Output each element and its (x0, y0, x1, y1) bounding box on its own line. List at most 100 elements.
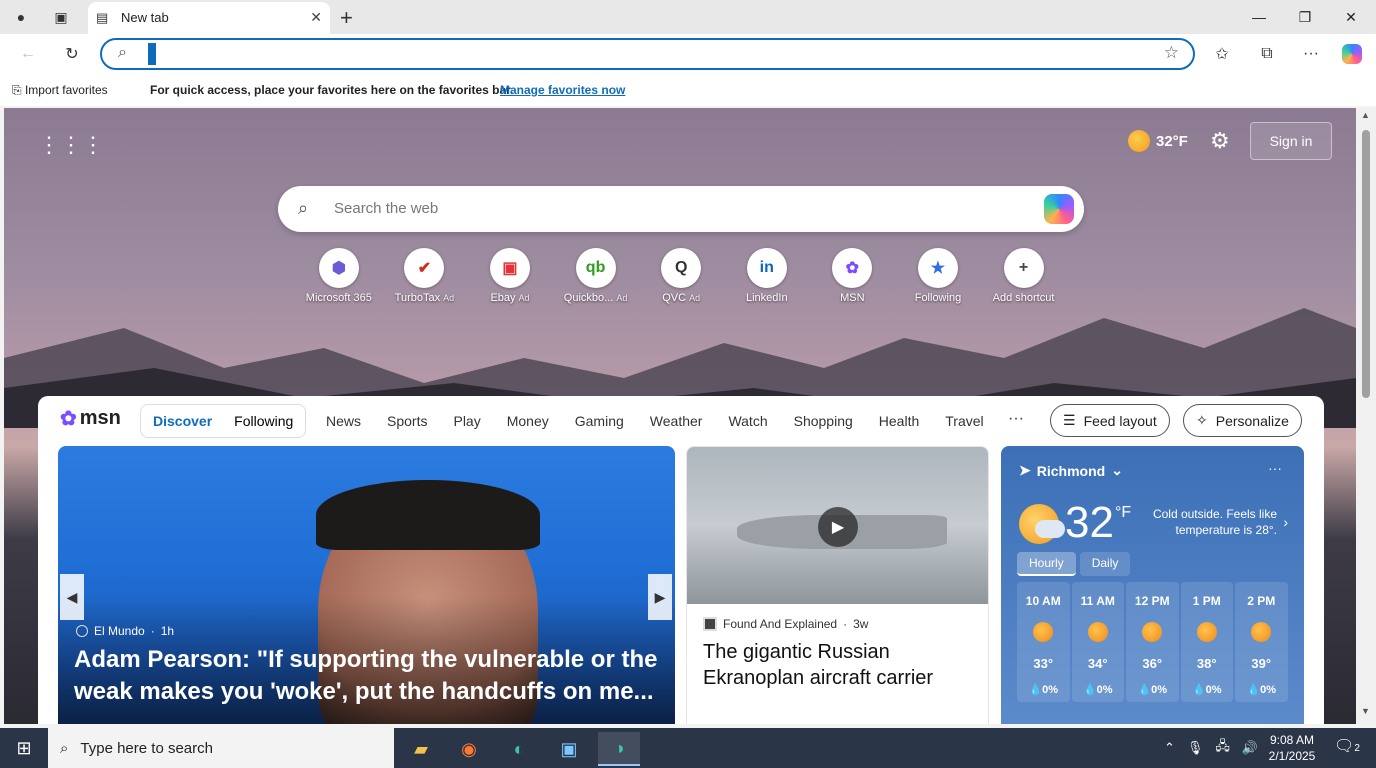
shortcut-qvc[interactable]: Q QVC Ad (638, 248, 724, 304)
personalize-button[interactable]: ✧ Personalize (1183, 404, 1302, 437)
restore-button[interactable]: ❐ (1282, 4, 1328, 30)
hour-forecast[interactable]: 10 AM 33° 💧0% (1017, 582, 1070, 702)
shortcut-quickbooks[interactable]: qb Quickbo... Ad (553, 248, 639, 304)
taskbar-clock[interactable]: 9:08 AM 2/1/2025 (1264, 732, 1320, 764)
shortcut-msn[interactable]: ✿ MSN (810, 248, 896, 304)
scroll-down-icon[interactable]: ▼ (1361, 706, 1370, 716)
more-options-icon[interactable]: ··· (1299, 42, 1323, 66)
edge-beta-icon[interactable]: ◐ (498, 732, 540, 766)
refresh-button[interactable]: ↻ (60, 42, 84, 66)
new-tab-button[interactable]: + (340, 5, 353, 31)
hero-headline[interactable]: Adam Pearson: "If supporting the vulnera… (74, 644, 664, 708)
address-input[interactable] (148, 43, 1138, 65)
import-favorites-button[interactable]: ⎘ Import favorites (12, 83, 108, 98)
news-card[interactable]: ▶ Found And Explained · 3w The gigantic … (686, 446, 989, 724)
msn-feed: ✿ msn Discover Following News Sports Play M… (38, 396, 1324, 724)
hour-forecast[interactable]: 2 PM 39° 💧0% (1235, 582, 1288, 702)
nav-gaming[interactable]: Gaming (575, 413, 624, 429)
shortcut-turbotax[interactable]: ✔ TurboTax Ad (382, 248, 468, 304)
web-search-box[interactable]: ⌕ Search the web (278, 186, 1084, 232)
volume-icon[interactable]: 🔊 (1242, 740, 1258, 756)
nav-money[interactable]: Money (507, 413, 549, 429)
notification-center-icon[interactable]: 🗨2 (1334, 736, 1360, 756)
page-scrollbar[interactable]: ▲ ▼ (1356, 108, 1376, 724)
copilot-icon[interactable] (1340, 42, 1364, 66)
chevron-right-icon[interactable]: › (1283, 514, 1288, 530)
address-bar[interactable]: ⌕ ☆ (100, 38, 1195, 70)
shortcut-linkedin[interactable]: in LinkedIn (724, 248, 810, 304)
weather-tabs: Hourly Daily (1017, 552, 1131, 576)
shortcut-ebay[interactable]: ▣ Ebay Ad (467, 248, 553, 304)
collections-icon[interactable]: ⧉ (1255, 42, 1279, 66)
tab-hourly[interactable]: Hourly (1017, 552, 1076, 576)
source-globe-icon (76, 625, 88, 637)
network-icon[interactable]: 🖧 (1215, 737, 1230, 759)
carousel-prev-button[interactable]: ◀ (60, 574, 84, 620)
tab-new-tab[interactable]: ▤ New tab ✕ (88, 2, 330, 34)
sign-in-button[interactable]: Sign in (1250, 122, 1332, 160)
apps-grid-icon[interactable]: ⋮⋮⋮ (38, 132, 104, 158)
nav-more-icon[interactable]: ··· (1008, 410, 1024, 428)
nav-travel[interactable]: Travel (945, 413, 983, 429)
weather-location[interactable]: ➤ Richmond ⌄ (1019, 462, 1123, 479)
back-button[interactable]: ← (16, 42, 40, 66)
taskbar-search[interactable]: ⌕ Type here to search (48, 728, 394, 768)
turbotax-icon: ✔ (404, 248, 445, 288)
copilot-icon[interactable] (1044, 194, 1074, 224)
sunny-icon (1251, 622, 1272, 642)
file-explorer-icon[interactable]: ▰ (400, 732, 442, 766)
tab-actions-icon[interactable]: ▣ (50, 6, 72, 28)
carousel-next-button[interactable]: ▶ (648, 574, 672, 620)
microphone-icon[interactable]: 🎙 (1187, 740, 1204, 756)
shortcut-microsoft-365[interactable]: ⬢ Microsoft 365 (296, 248, 382, 304)
nav-news[interactable]: News (326, 413, 361, 429)
droplet-icon: 💧 (1246, 684, 1261, 696)
scroll-thumb[interactable] (1362, 130, 1370, 398)
settings-gear-icon[interactable]: ⚙ (1210, 128, 1230, 154)
hour-forecast[interactable]: 11 AM 34° 💧0% (1071, 582, 1124, 702)
minimize-button[interactable]: — (1236, 4, 1282, 30)
nav-play[interactable]: Play (453, 413, 480, 429)
nav-shopping[interactable]: Shopping (794, 413, 853, 429)
shortcut-label: LinkedIn (745, 292, 788, 304)
msn-logo[interactable]: ✿ msn (60, 406, 121, 431)
sunny-icon (1087, 622, 1108, 642)
remote-desktop-icon[interactable]: ▣ (548, 732, 590, 766)
tab-discover[interactable]: Discover (153, 413, 212, 429)
card-headline[interactable]: The gigantic Russian Ekranoplan aircraft… (703, 639, 983, 691)
weather-more-icon[interactable]: ··· (1268, 460, 1282, 476)
firefox-icon[interactable]: ◉ (448, 732, 490, 766)
card-source: Found And Explained · 3w (703, 617, 868, 631)
manage-favorites-link[interactable]: Manage favorites now (500, 83, 625, 97)
hour-forecast[interactable]: 1 PM 38° 💧0% (1180, 582, 1233, 702)
tab-following[interactable]: Following (234, 413, 293, 429)
nav-weather[interactable]: Weather (650, 413, 703, 429)
edge-canary-icon[interactable]: ◑ (598, 732, 640, 766)
nav-watch[interactable]: Watch (728, 413, 767, 429)
favorite-star-icon[interactable]: ☆ (1164, 43, 1179, 63)
play-video-icon[interactable]: ▶ (818, 507, 858, 547)
shortcut-following[interactable]: ★ Following (895, 248, 981, 304)
tab-close-icon[interactable]: ✕ (310, 9, 322, 26)
close-window-button[interactable]: ✕ (1328, 4, 1374, 30)
droplet-icon: 💧 (1082, 684, 1097, 696)
weather-card[interactable]: ➤ Richmond ⌄ ··· 32 °F Cold outside. Fee… (1001, 446, 1304, 724)
nav-sports[interactable]: Sports (387, 413, 427, 429)
sliders-icon: ☰ (1063, 412, 1076, 428)
source-logo-icon (703, 617, 717, 631)
ad-label: Ad (443, 293, 455, 303)
hero-news-card[interactable]: ◀ ▶ El Mundo · 1h Adam Pearson: "If supp… (58, 446, 675, 724)
hour-forecast[interactable]: 12 PM 36° 💧0% (1126, 582, 1179, 702)
shortcut-plus[interactable]: + Add shortcut (981, 248, 1067, 304)
favorites-icon[interactable]: ✩ (1210, 42, 1234, 66)
feed-layout-button[interactable]: ☰ Feed layout (1050, 404, 1170, 437)
scroll-up-icon[interactable]: ▲ (1361, 110, 1370, 120)
profile-icon[interactable]: ● (10, 6, 32, 28)
nav-health[interactable]: Health (879, 413, 919, 429)
hour-time: 12 PM (1134, 594, 1170, 608)
chevron-up-icon[interactable]: ⌃ (1164, 740, 1175, 756)
weather-chip[interactable]: 32°F (1128, 130, 1188, 152)
weather-unit: °F (1115, 504, 1132, 521)
windows-start-button[interactable]: ⊞ (0, 728, 48, 768)
tab-daily[interactable]: Daily (1079, 552, 1131, 576)
